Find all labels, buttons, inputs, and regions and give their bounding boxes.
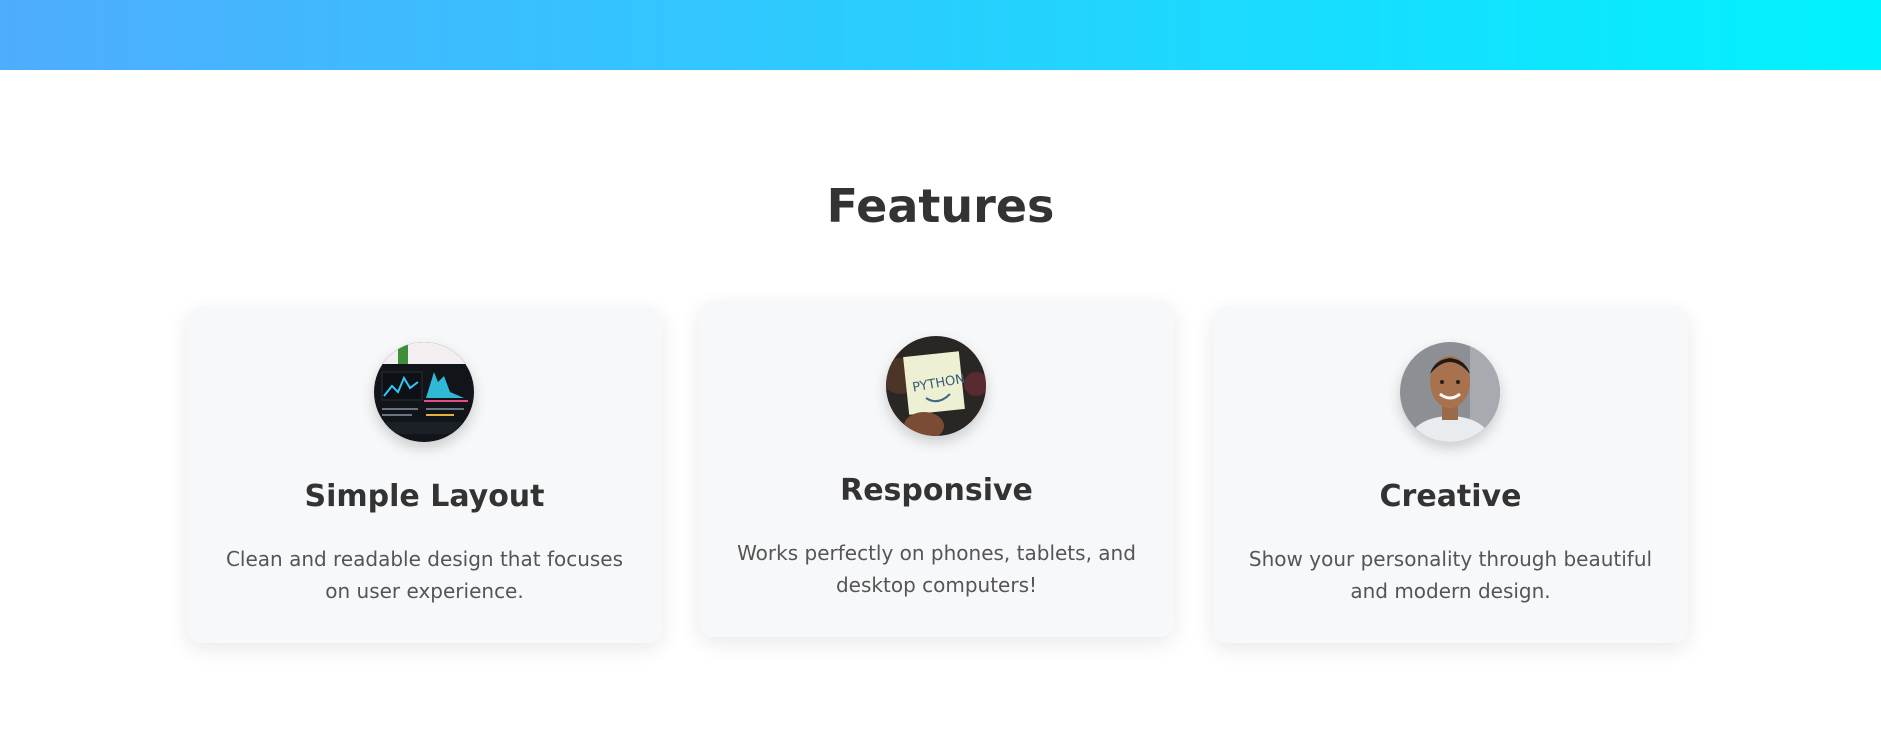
card-title: Creative [1379,479,1522,514]
feature-card-responsive: PYTHON Responsive Works perfectly on pho… [699,301,1174,637]
feature-card-simple-layout: Simple Layout Clean and readable design … [187,307,662,643]
feature-card-creative: Creative Show your personality through b… [1213,307,1688,643]
python-sticky-note-image: PYTHON [886,336,986,436]
analytics-dashboard-image [374,342,474,442]
card-title: Simple Layout [304,479,545,514]
card-description: Clean and readable design that focuses o… [225,547,624,603]
card-title: Responsive [840,473,1033,508]
portrait-image [1400,342,1500,442]
header-gradient-bar [0,0,1881,70]
card-description: Works perfectly on phones, tablets, and … [737,541,1136,597]
card-description: Show your personality through beautiful … [1248,547,1653,603]
section-title: Features [826,179,1055,233]
